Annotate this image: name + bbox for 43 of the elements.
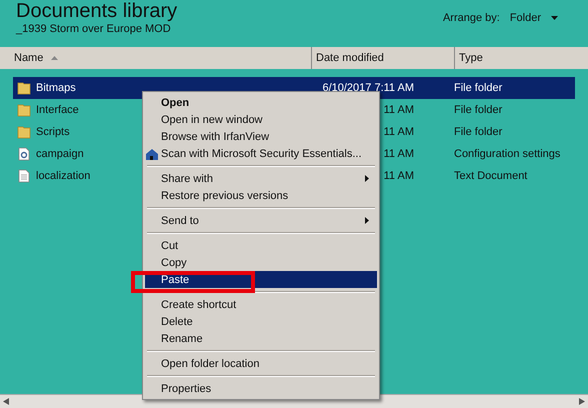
file-date: 11 AM — [384, 148, 414, 160]
library-title: Documents library — [16, 0, 178, 23]
arrange-dropdown[interactable]: Folder — [510, 12, 558, 24]
file-name: Bitmaps — [36, 82, 76, 94]
menu-item[interactable]: Open folder location — [145, 355, 377, 372]
file-type: File folder — [454, 82, 502, 94]
file-date: 6/10/2017 7:11 AM — [322, 82, 414, 94]
menu-item[interactable]: Restore previous versions — [145, 187, 377, 204]
file-name: campaign — [36, 148, 84, 160]
menu-item[interactable]: Browse with IrfanView — [145, 128, 377, 145]
scroll-right-icon — [579, 398, 585, 405]
file-name: Interface — [36, 104, 79, 116]
menu-item[interactable]: Open in new window — [145, 111, 377, 128]
file-name: localization — [36, 170, 90, 182]
menu-item[interactable]: Delete — [145, 313, 377, 330]
menu-item[interactable]: Rename — [145, 330, 377, 347]
file-date: 11 AM — [384, 104, 414, 116]
folder-icon — [17, 103, 31, 117]
menu-item[interactable]: Create shortcut — [145, 296, 377, 313]
file-date: 11 AM — [384, 170, 414, 182]
file-type: File folder — [454, 126, 502, 138]
menu-item[interactable]: Scan with Microsoft Security Essentials... — [145, 145, 377, 162]
file-type: Configuration settings — [454, 148, 560, 160]
column-header[interactable]: Date modified — [316, 52, 384, 64]
file-date: 11 AM — [384, 126, 414, 138]
arrange-label: Arrange by: — [442, 12, 500, 24]
menu-item[interactable]: Copy — [145, 254, 377, 271]
menu-item[interactable]: Send to — [145, 212, 377, 229]
file-name: Scripts — [36, 126, 70, 138]
menu-item[interactable]: Properties — [145, 380, 377, 397]
file-type: Text Document — [454, 170, 528, 182]
scroll-left-icon — [3, 398, 9, 405]
column-header[interactable]: Name — [14, 52, 44, 64]
menu-item[interactable]: Cut — [145, 237, 377, 254]
file-type: File folder — [454, 104, 502, 116]
settings-file-icon — [17, 147, 31, 161]
folder-icon — [17, 125, 31, 139]
caret-icon — [551, 16, 558, 20]
text-file-icon — [17, 169, 31, 183]
library-subtitle: _1939 Storm over Europe MOD — [16, 23, 172, 35]
menu-item[interactable]: Share with — [145, 170, 377, 187]
column-header[interactable]: Type — [459, 52, 483, 64]
folder-icon — [17, 81, 31, 95]
